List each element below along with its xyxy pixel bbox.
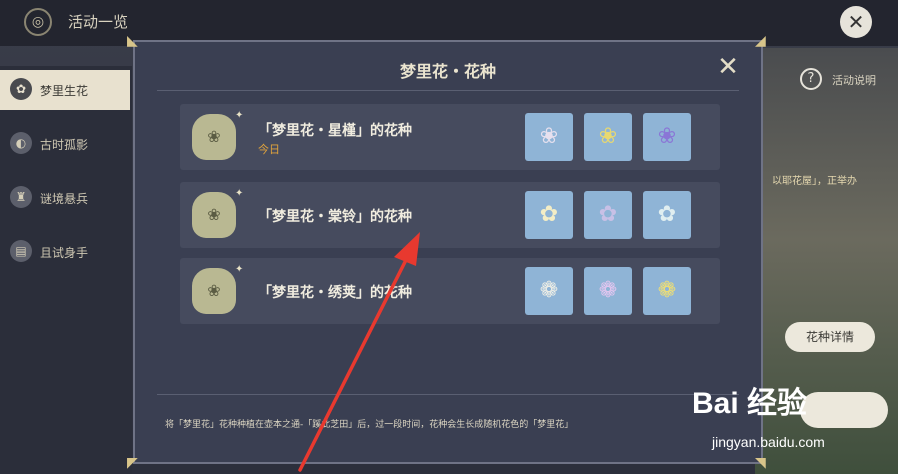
watermark-logo: Bai 经验 (692, 387, 808, 420)
watermark-url: jingyan.baidu.com (712, 434, 825, 450)
